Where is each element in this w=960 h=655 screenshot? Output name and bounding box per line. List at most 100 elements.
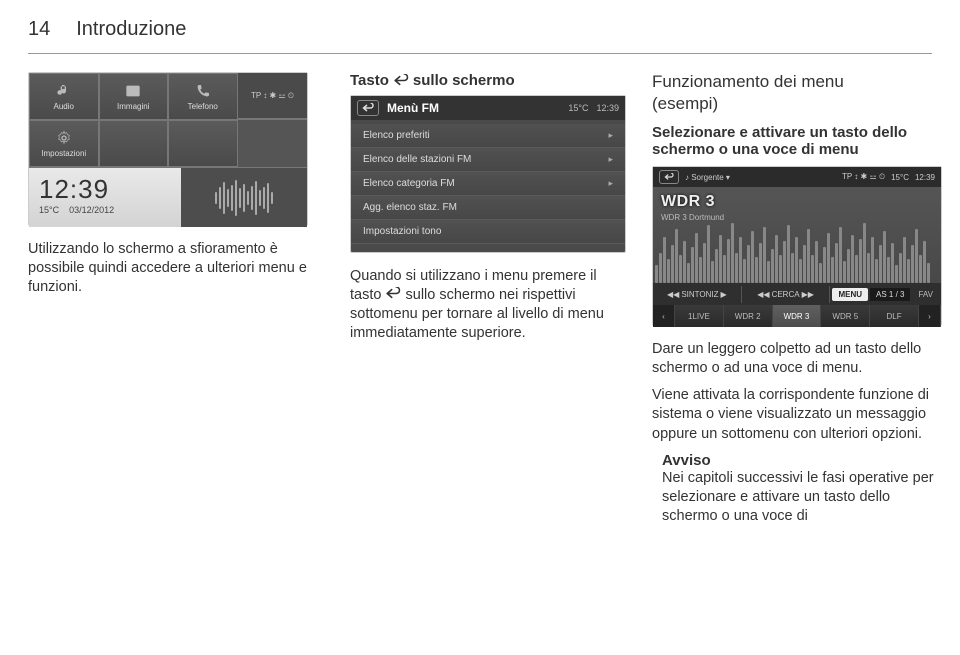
clock-time: 12:39 xyxy=(39,174,171,205)
menu-item-label: Impostazioni tono xyxy=(363,226,441,237)
col2-heading: Tasto sullo schermo xyxy=(350,72,630,89)
screenshot-menu-fm: Menù FM 15°C 12:39 Elenco preferiti ▸ Ele… xyxy=(350,95,626,253)
menu-fm-temp: 15°C xyxy=(568,103,588,113)
header-rule xyxy=(28,53,932,54)
col3-h2-line1: Funzionamento dei menu xyxy=(652,72,944,92)
home-cell-phone[interactable]: Telefono xyxy=(168,73,238,120)
chevron-right-icon: › xyxy=(928,312,931,321)
source-label: ♪ Sorgente ▾ xyxy=(685,173,730,182)
menu-item-label: Agg. elenco staz. FM xyxy=(363,202,457,213)
menu-item[interactable]: Elenco delle stazioni FM ▸ xyxy=(351,148,625,172)
col2-heading-suffix: sullo schermo xyxy=(413,72,515,89)
menu-item[interactable]: Elenco preferiti ▸ xyxy=(351,124,625,148)
preset-button[interactable]: 1LIVE xyxy=(675,305,724,327)
waveform-icon xyxy=(653,213,941,283)
menu-fm-title: Menù FM xyxy=(387,101,439,115)
home-cell-empty xyxy=(168,120,238,167)
chevron-right-icon: ▸ xyxy=(608,130,613,141)
col3-paragraph-2: Viene attivata la corrispondente funzion… xyxy=(652,386,944,443)
btn-label: SINTONIZ xyxy=(681,290,718,299)
menu-item[interactable]: Agg. elenco staz. FM xyxy=(351,196,625,220)
column-layout: Audio Immagini Telefono TP ↕ ✱ ⚍ ⏲ Apps xyxy=(28,72,932,534)
chevron-right-icon: ▸ xyxy=(608,178,613,189)
home-cell-label: Immagini xyxy=(117,102,149,111)
preset-next-button[interactable]: › xyxy=(919,305,941,327)
preset-label: DLF xyxy=(887,312,902,321)
seek-fwd-icon: ▶▶ xyxy=(802,290,814,299)
radio-temp: 15°C xyxy=(891,173,909,182)
col3-paragraph-1: Dare un leggero colpetto ad un tasto del… xyxy=(652,340,944,378)
btn-label: CERCA xyxy=(772,290,800,299)
source-dropdown[interactable]: ♪ Sorgente ▾ xyxy=(685,173,730,182)
menu-item[interactable]: Elenco categoria FM ▸ xyxy=(351,172,625,196)
home-cell-label: Impostazioni xyxy=(41,149,86,158)
menu-item-label: Elenco categoria FM xyxy=(363,178,455,189)
col3-subheading: Selezionare e attivare un tasto dello sc… xyxy=(652,124,944,158)
menu-item[interactable]: Impostazioni tono xyxy=(351,220,625,244)
chevron-left-icon: ‹ xyxy=(662,312,665,321)
clock-date: 03/12/2012 xyxy=(69,205,114,215)
preset-label: WDR 5 xyxy=(832,312,858,321)
page-header: 14 Introduzione xyxy=(28,18,932,41)
col2-heading-prefix: Tasto xyxy=(350,72,389,89)
radio-wave-area: WDR 3 WDR 3 Dortmund xyxy=(653,187,941,283)
radio-control-row: ◀◀SINTONIZ▶ ◀◀CERCA▶▶ MENU AS 1 / 3 FAV xyxy=(653,283,941,305)
preset-prev-button[interactable]: ‹ xyxy=(653,305,675,327)
seek-fwd-icon: ▶ xyxy=(721,290,727,299)
waveform-icon xyxy=(215,178,273,218)
preset-label: 1LIVE xyxy=(688,312,710,321)
station-name: WDR 3 xyxy=(661,193,715,211)
home-bottom: 12:39 15°C 03/12/2012 xyxy=(29,167,307,227)
back-arrow-icon xyxy=(664,173,674,181)
fav-button[interactable]: FAV xyxy=(910,290,941,299)
picture-icon xyxy=(125,83,141,99)
home-cell-label: Audio xyxy=(54,102,74,111)
home-audio-wave xyxy=(181,168,307,227)
search-button[interactable]: ◀◀CERCA▶▶ xyxy=(742,286,831,303)
preset-label: WDR 3 xyxy=(784,312,810,321)
clock-temp: 15°C xyxy=(39,205,59,215)
radio-time: 12:39 xyxy=(915,173,935,182)
tune-button[interactable]: ◀◀SINTONIZ▶ xyxy=(653,286,742,303)
preset-button[interactable]: WDR 5 xyxy=(821,305,870,327)
phone-icon xyxy=(195,83,211,99)
seek-back-icon: ◀◀ xyxy=(757,290,769,299)
preset-button[interactable]: WDR 2 xyxy=(724,305,773,327)
preset-button[interactable]: DLF xyxy=(870,305,919,327)
home-cell-label: Telefono xyxy=(188,102,218,111)
screenshot-radio: ♪ Sorgente ▾ TP ↕ ✱ ⚍ ⏲ 15°C 12:39 WDR 3… xyxy=(652,166,942,326)
home-cell-empty xyxy=(99,120,169,167)
as-indicator[interactable]: AS 1 / 3 xyxy=(870,288,910,301)
back-button[interactable] xyxy=(357,100,379,116)
chapter-title: Introduzione xyxy=(76,18,186,41)
menu-item-label: Elenco preferiti xyxy=(363,130,430,141)
status-text: TP ↕ ✱ ⚍ ⏲ xyxy=(251,91,294,101)
col1-paragraph-1: Utilizzando lo schermo a sfioramento è p… xyxy=(28,240,328,297)
col2-paragraph-1: Quando si utilizzano i menu premere il t… xyxy=(350,267,630,344)
home-cell-images[interactable]: Immagini xyxy=(99,73,169,120)
back-arrow-icon xyxy=(362,103,374,113)
preset-button-active[interactable]: WDR 3 xyxy=(773,305,822,327)
preset-label: WDR 2 xyxy=(735,312,761,321)
home-cell-audio[interactable]: Audio xyxy=(29,73,99,120)
menu-button[interactable]: MENU xyxy=(832,288,868,301)
gear-icon xyxy=(56,130,72,146)
chevron-right-icon: ▸ xyxy=(608,154,613,165)
radio-tp-icons: TP ↕ ✱ ⚍ ⏲ xyxy=(842,172,885,182)
column-3: Funzionamento dei menu (esempi) Selezion… xyxy=(652,72,944,534)
avviso-body: Nei capitoli successivi le fasi operativ… xyxy=(662,469,944,526)
home-grid: Audio Immagini Telefono TP ↕ ✱ ⚍ ⏲ Apps xyxy=(29,73,307,167)
music-note-icon xyxy=(56,83,72,99)
col3-h2-line2: (esempi) xyxy=(652,94,944,114)
back-arrow-icon xyxy=(393,74,409,87)
menu-item-label: Elenco delle stazioni FM xyxy=(363,154,471,165)
seek-back-icon: ◀◀ xyxy=(667,290,679,299)
home-cell-settings[interactable]: Impostazioni xyxy=(29,120,99,167)
avviso-heading: Avviso xyxy=(662,452,944,469)
menu-fm-list: Elenco preferiti ▸ Elenco delle stazioni … xyxy=(351,120,625,248)
menu-fm-time: 12:39 xyxy=(596,103,619,113)
menu-fm-topbar: Menù FM 15°C 12:39 xyxy=(351,96,625,120)
radio-preset-row: ‹ 1LIVE WDR 2 WDR 3 WDR 5 DLF › xyxy=(653,305,941,327)
back-button[interactable] xyxy=(659,170,679,184)
column-1: Audio Immagini Telefono TP ↕ ✱ ⚍ ⏲ Apps xyxy=(28,72,328,534)
